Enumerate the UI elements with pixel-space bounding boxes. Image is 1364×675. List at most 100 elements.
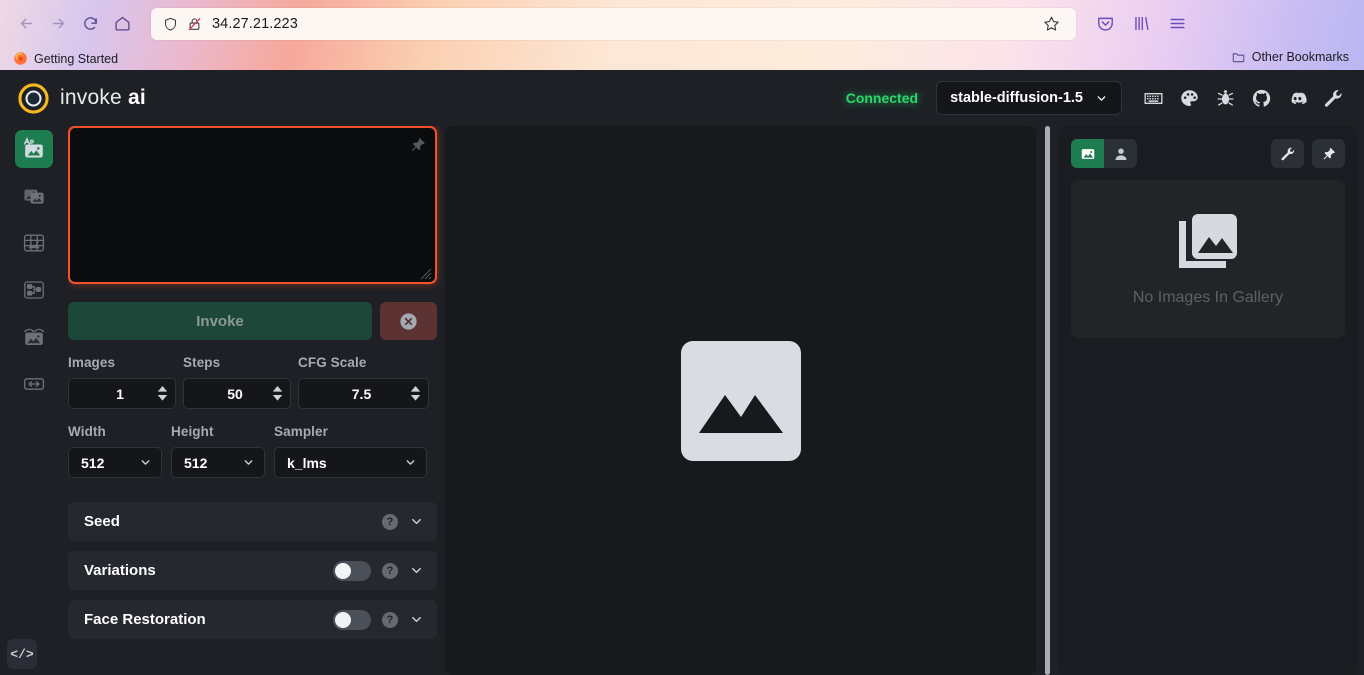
accordion-variations[interactable]: Variations ? [68, 551, 437, 590]
app-title: invoke ai [60, 86, 146, 110]
keyboard-shortcuts-icon[interactable] [1138, 83, 1168, 113]
invoke-logo-icon [18, 82, 49, 114]
numeric-params-row: Images 1 Steps 50 CFG Scale 7.5 [68, 355, 437, 409]
bookmark-star-icon[interactable] [1036, 9, 1066, 39]
logo-text-bold: ai [127, 86, 146, 109]
prompt-box[interactable] [68, 126, 437, 284]
accordion-controls: ? [382, 513, 424, 530]
chevron-down-icon[interactable] [409, 514, 424, 529]
steps-value: 50 [227, 385, 243, 402]
menu-icon[interactable] [1160, 8, 1194, 40]
gallery-settings-wrench-icon[interactable] [1271, 139, 1304, 168]
url-bar[interactable]: 34.27.21.223 [151, 7, 1076, 40]
accordion-controls: ? [333, 609, 424, 630]
left-tab-bar: </> [0, 126, 68, 675]
browser-toolbar-right [1088, 8, 1194, 40]
back-button[interactable] [10, 8, 42, 40]
theme-palette-icon[interactable] [1174, 83, 1204, 113]
help-icon[interactable]: ? [382, 611, 398, 628]
shield-icon [163, 16, 178, 32]
image-viewer[interactable] [445, 126, 1036, 675]
gallery-pin-icon[interactable] [1312, 139, 1345, 168]
resize-handle[interactable] [420, 267, 432, 280]
dimension-params-row: Width 512 Height 512 Sampler k_lms [68, 424, 437, 478]
steps-field: Steps 50 [183, 355, 291, 409]
steps-stepper[interactable]: 50 [183, 378, 291, 409]
reload-button[interactable] [74, 8, 106, 40]
bug-report-icon[interactable] [1210, 83, 1240, 113]
face-restoration-toggle[interactable] [333, 609, 371, 630]
discord-icon[interactable] [1282, 83, 1312, 113]
sampler-value: k_lms [287, 454, 327, 471]
sampler-select[interactable]: k_lms [274, 447, 427, 478]
library-icon[interactable] [1124, 8, 1158, 40]
console-toggle-button[interactable]: </> [7, 639, 37, 669]
gallery-empty-state: No Images In Gallery [1071, 180, 1345, 338]
chevron-down-icon[interactable] [409, 563, 424, 578]
home-button[interactable] [106, 8, 138, 40]
stepper-arrows-icon[interactable] [410, 386, 421, 401]
folder-icon [1231, 50, 1246, 64]
accordion-title: Variations [84, 562, 156, 579]
height-select[interactable]: 512 [171, 447, 265, 478]
accordion-controls: ? [333, 560, 424, 581]
width-field: Width 512 [68, 424, 162, 478]
variations-toggle[interactable] [333, 560, 371, 581]
cfg-scale-label: CFG Scale [298, 355, 367, 370]
images-stepper[interactable]: 1 [68, 378, 176, 409]
gallery-tab-uploads[interactable] [1104, 139, 1137, 168]
sidebar-item-image-to-image[interactable] [15, 177, 53, 215]
gallery-tabs [1071, 139, 1137, 168]
help-icon[interactable]: ? [382, 562, 398, 579]
logo-text-light: invoke [60, 86, 122, 109]
chevron-down-icon[interactable] [409, 612, 424, 627]
app-header: invoke ai Connected stable-diffusion-1.5 [0, 70, 1364, 126]
gallery-toolbar [1071, 139, 1345, 168]
pocket-icon[interactable] [1088, 8, 1122, 40]
cancel-circle-icon [398, 311, 419, 332]
gallery-empty-text: No Images In Gallery [1132, 289, 1284, 306]
params-spacer [68, 478, 437, 492]
other-bookmarks-folder[interactable]: Other Bookmarks [1226, 49, 1354, 65]
stepper-arrows-icon[interactable] [272, 386, 283, 401]
gallery-tab-generations[interactable] [1071, 139, 1104, 168]
status-badge: Connected [845, 90, 919, 106]
panel-resize-divider[interactable] [1045, 126, 1050, 675]
sampler-label: Sampler [274, 424, 328, 439]
accordion-title: Face Restoration [84, 611, 206, 628]
help-icon[interactable]: ? [382, 513, 398, 530]
pin-icon[interactable] [409, 136, 427, 154]
github-icon[interactable] [1246, 83, 1276, 113]
model-select-dropdown[interactable]: stable-diffusion-1.5 [936, 81, 1122, 115]
stepper-arrows-icon[interactable] [157, 386, 168, 401]
url-text: 34.27.21.223 [212, 15, 298, 32]
sidebar-item-post-processing[interactable] [15, 318, 53, 356]
firefox-icon [13, 51, 28, 66]
header-icon-group [1138, 83, 1348, 113]
invoke-button[interactable]: Invoke [68, 302, 372, 340]
sidebar-item-nodes[interactable] [15, 271, 53, 309]
insecure-lock-icon [187, 16, 202, 32]
accordion-seed[interactable]: Seed ? [68, 502, 437, 541]
app-logo: invoke ai [18, 82, 146, 114]
chevron-down-icon [139, 456, 152, 469]
invokeai-app: invoke ai Connected stable-diffusion-1.5 [0, 70, 1364, 675]
forward-button[interactable] [42, 8, 74, 40]
height-label: Height [171, 424, 214, 439]
width-select[interactable]: 512 [68, 447, 162, 478]
prompt-input[interactable] [70, 128, 435, 282]
sampler-field: Sampler k_lms [274, 424, 427, 478]
cancel-button[interactable] [380, 302, 437, 340]
bookmark-getting-started[interactable]: Getting Started [8, 50, 123, 67]
sidebar-item-training[interactable] [15, 365, 53, 403]
sidebar-item-text-to-image[interactable] [15, 130, 53, 168]
settings-wrench-icon[interactable] [1318, 83, 1348, 113]
options-panel: Invoke Images 1 Steps 50 CFG Scale 7.5 W… [68, 126, 442, 675]
width-value: 512 [81, 454, 105, 471]
browser-nav-row: 34.27.21.223 [0, 0, 1364, 47]
chevron-down-icon [242, 456, 255, 469]
bookmarks-bar: Getting Started Other Bookmarks [0, 47, 1364, 70]
sidebar-item-unified-canvas[interactable] [15, 224, 53, 262]
cfg-scale-stepper[interactable]: 7.5 [298, 378, 429, 409]
accordion-face-restoration[interactable]: Face Restoration ? [68, 600, 437, 639]
